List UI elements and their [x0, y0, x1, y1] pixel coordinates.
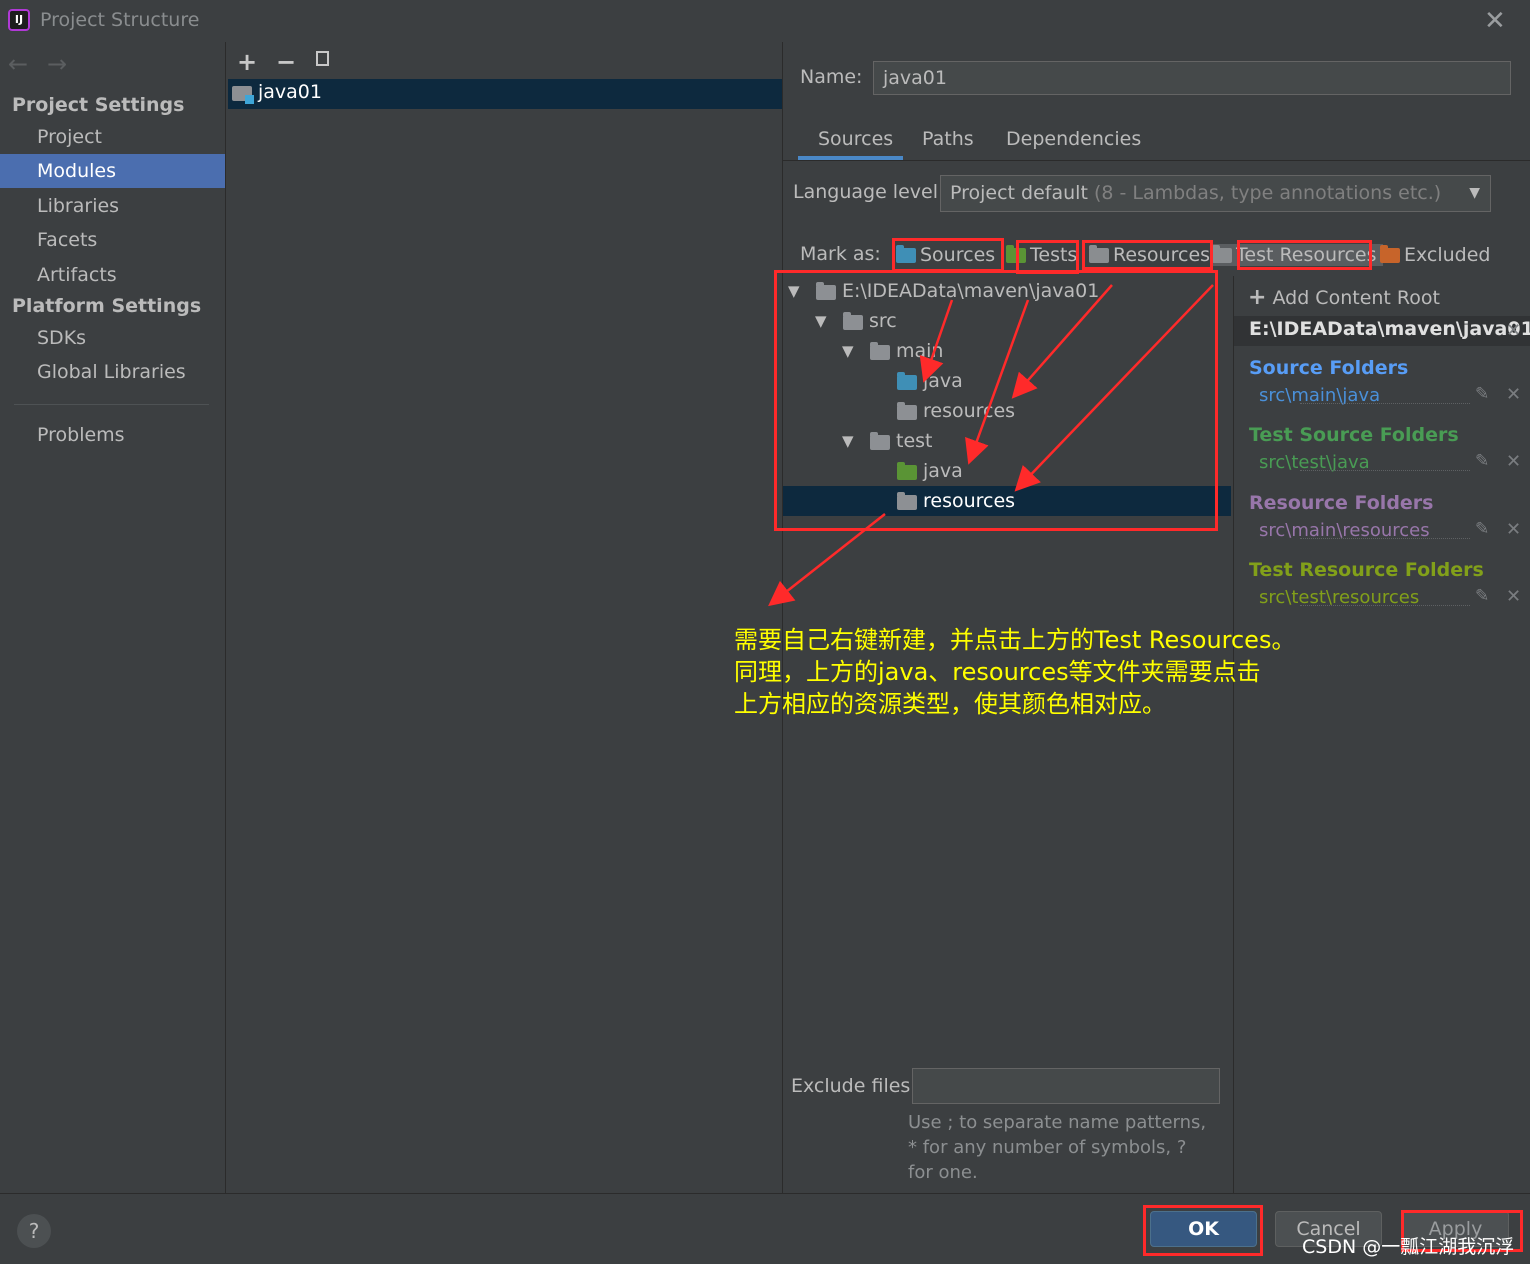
resource-folders-heading: Resource Folders	[1249, 492, 1434, 514]
watermark: CSDN @一瓢江湖我沉浮	[1302, 1236, 1515, 1258]
language-level-hint: (8 - Lambdas, type annotations etc.)	[1093, 182, 1442, 204]
tab-dependencies[interactable]: Dependencies	[1006, 128, 1141, 150]
remove-icon[interactable]: ✕	[1506, 519, 1521, 540]
dotted-leader	[1300, 402, 1470, 404]
annotation-line: 同理，上方的java、resources等文件夹需要点击	[734, 658, 1261, 686]
tab-paths[interactable]: Paths	[922, 128, 974, 150]
forward-arrow-icon[interactable]: →	[47, 50, 67, 78]
language-level-value: Project default	[950, 182, 1088, 204]
annotation-line: 上方相应的资源类型，使其颜色相对应。	[734, 690, 1166, 718]
add-content-root-button[interactable]: + Add Content Root	[1248, 285, 1440, 310]
title-bar	[0, 0, 1530, 42]
dotted-leader	[1300, 604, 1470, 606]
exclude-files-input[interactable]	[912, 1068, 1220, 1104]
mark-as-label: Mark as:	[800, 243, 881, 265]
test-source-folders-heading: Test Source Folders	[1249, 424, 1459, 446]
edit-icon[interactable]: ✎	[1475, 384, 1489, 404]
edit-icon[interactable]: ✎	[1475, 451, 1489, 471]
annotation-box	[1143, 1205, 1263, 1256]
chevron-down-icon: ▼	[1469, 185, 1480, 201]
remove-root-icon[interactable]: ✕	[1506, 320, 1521, 341]
edit-icon[interactable]: ✎	[1475, 519, 1489, 539]
mark-as-excluded-button[interactable]: Excluded	[1380, 244, 1491, 266]
sidebar-item-project[interactable]: Project	[0, 120, 225, 154]
test-resource-folders-heading: Test Resource Folders	[1249, 559, 1484, 581]
content-root-panel	[1233, 276, 1530, 1193]
sidebar-item-modules[interactable]: Modules	[0, 154, 225, 188]
add-icon[interactable]: +	[237, 48, 257, 76]
copy-icon[interactable]	[316, 51, 329, 66]
add-content-root-label: Add Content Root	[1272, 287, 1440, 309]
sidebar-item-global-libraries[interactable]: Global Libraries	[0, 355, 225, 389]
dotted-leader	[1300, 537, 1470, 539]
sidebar-item-sdks[interactable]: SDKs	[0, 321, 225, 355]
annotation-box	[892, 238, 1004, 272]
remove-icon[interactable]: −	[276, 48, 296, 76]
sidebar-item-artifacts[interactable]: Artifacts	[0, 258, 225, 292]
source-folders-heading: Source Folders	[1249, 357, 1409, 379]
annotation-box	[1016, 240, 1079, 274]
language-level-select[interactable]: Project default (8 - Lambdas, type annot…	[940, 175, 1491, 212]
annotation-box	[1082, 240, 1213, 270]
mark-excluded-label: Excluded	[1404, 244, 1491, 266]
plus-icon: +	[1248, 285, 1267, 310]
exclude-files-label: Exclude files:	[791, 1075, 917, 1097]
remove-icon[interactable]: ✕	[1506, 451, 1521, 472]
module-list-panel	[226, 42, 783, 1193]
project-settings-heading: Project Settings	[12, 94, 185, 116]
edit-icon[interactable]: ✎	[1475, 586, 1489, 606]
annotation-box	[1237, 240, 1372, 270]
exclude-files-help: Use ; to separate name patterns, * for a…	[908, 1112, 1207, 1183]
remove-icon[interactable]: ✕	[1506, 384, 1521, 405]
name-label: Name:	[800, 66, 863, 88]
dotted-leader	[1300, 469, 1470, 471]
help-button[interactable]: ?	[17, 1214, 51, 1248]
module-label: java01	[258, 81, 322, 103]
module-folder-icon	[232, 86, 254, 104]
platform-settings-heading: Platform Settings	[12, 295, 202, 317]
sidebar-item-libraries[interactable]: Libraries	[0, 189, 225, 223]
sidebar-item-facets[interactable]: Facets	[0, 223, 225, 257]
language-level-label: Language level:	[793, 181, 945, 203]
remove-icon[interactable]: ✕	[1506, 586, 1521, 607]
sidebar-item-problems[interactable]: Problems	[0, 418, 225, 452]
sidebar-divider	[14, 404, 209, 405]
content-root-path: E:\IDEAData\maven\java01	[1249, 318, 1530, 340]
annotation-box	[774, 270, 1218, 531]
back-arrow-icon[interactable]: ←	[8, 50, 28, 78]
window-title: Project Structure	[40, 9, 200, 31]
close-icon[interactable]: ✕	[1484, 6, 1506, 36]
name-input[interactable]: java01	[873, 61, 1511, 95]
test-resources-folder-icon	[1212, 244, 1232, 263]
intellij-logo-icon: IJ	[8, 9, 30, 31]
tabs-divider	[783, 160, 1530, 161]
tab-sources[interactable]: Sources	[818, 128, 893, 150]
annotation-line: 需要自己右键新建，并点击上方的Test Resources。	[734, 626, 1296, 654]
annotation-text: 需要自己右键新建，并点击上方的Test Resources。 同理，上方的jav…	[734, 624, 1334, 720]
excluded-folder-icon	[1380, 244, 1400, 263]
